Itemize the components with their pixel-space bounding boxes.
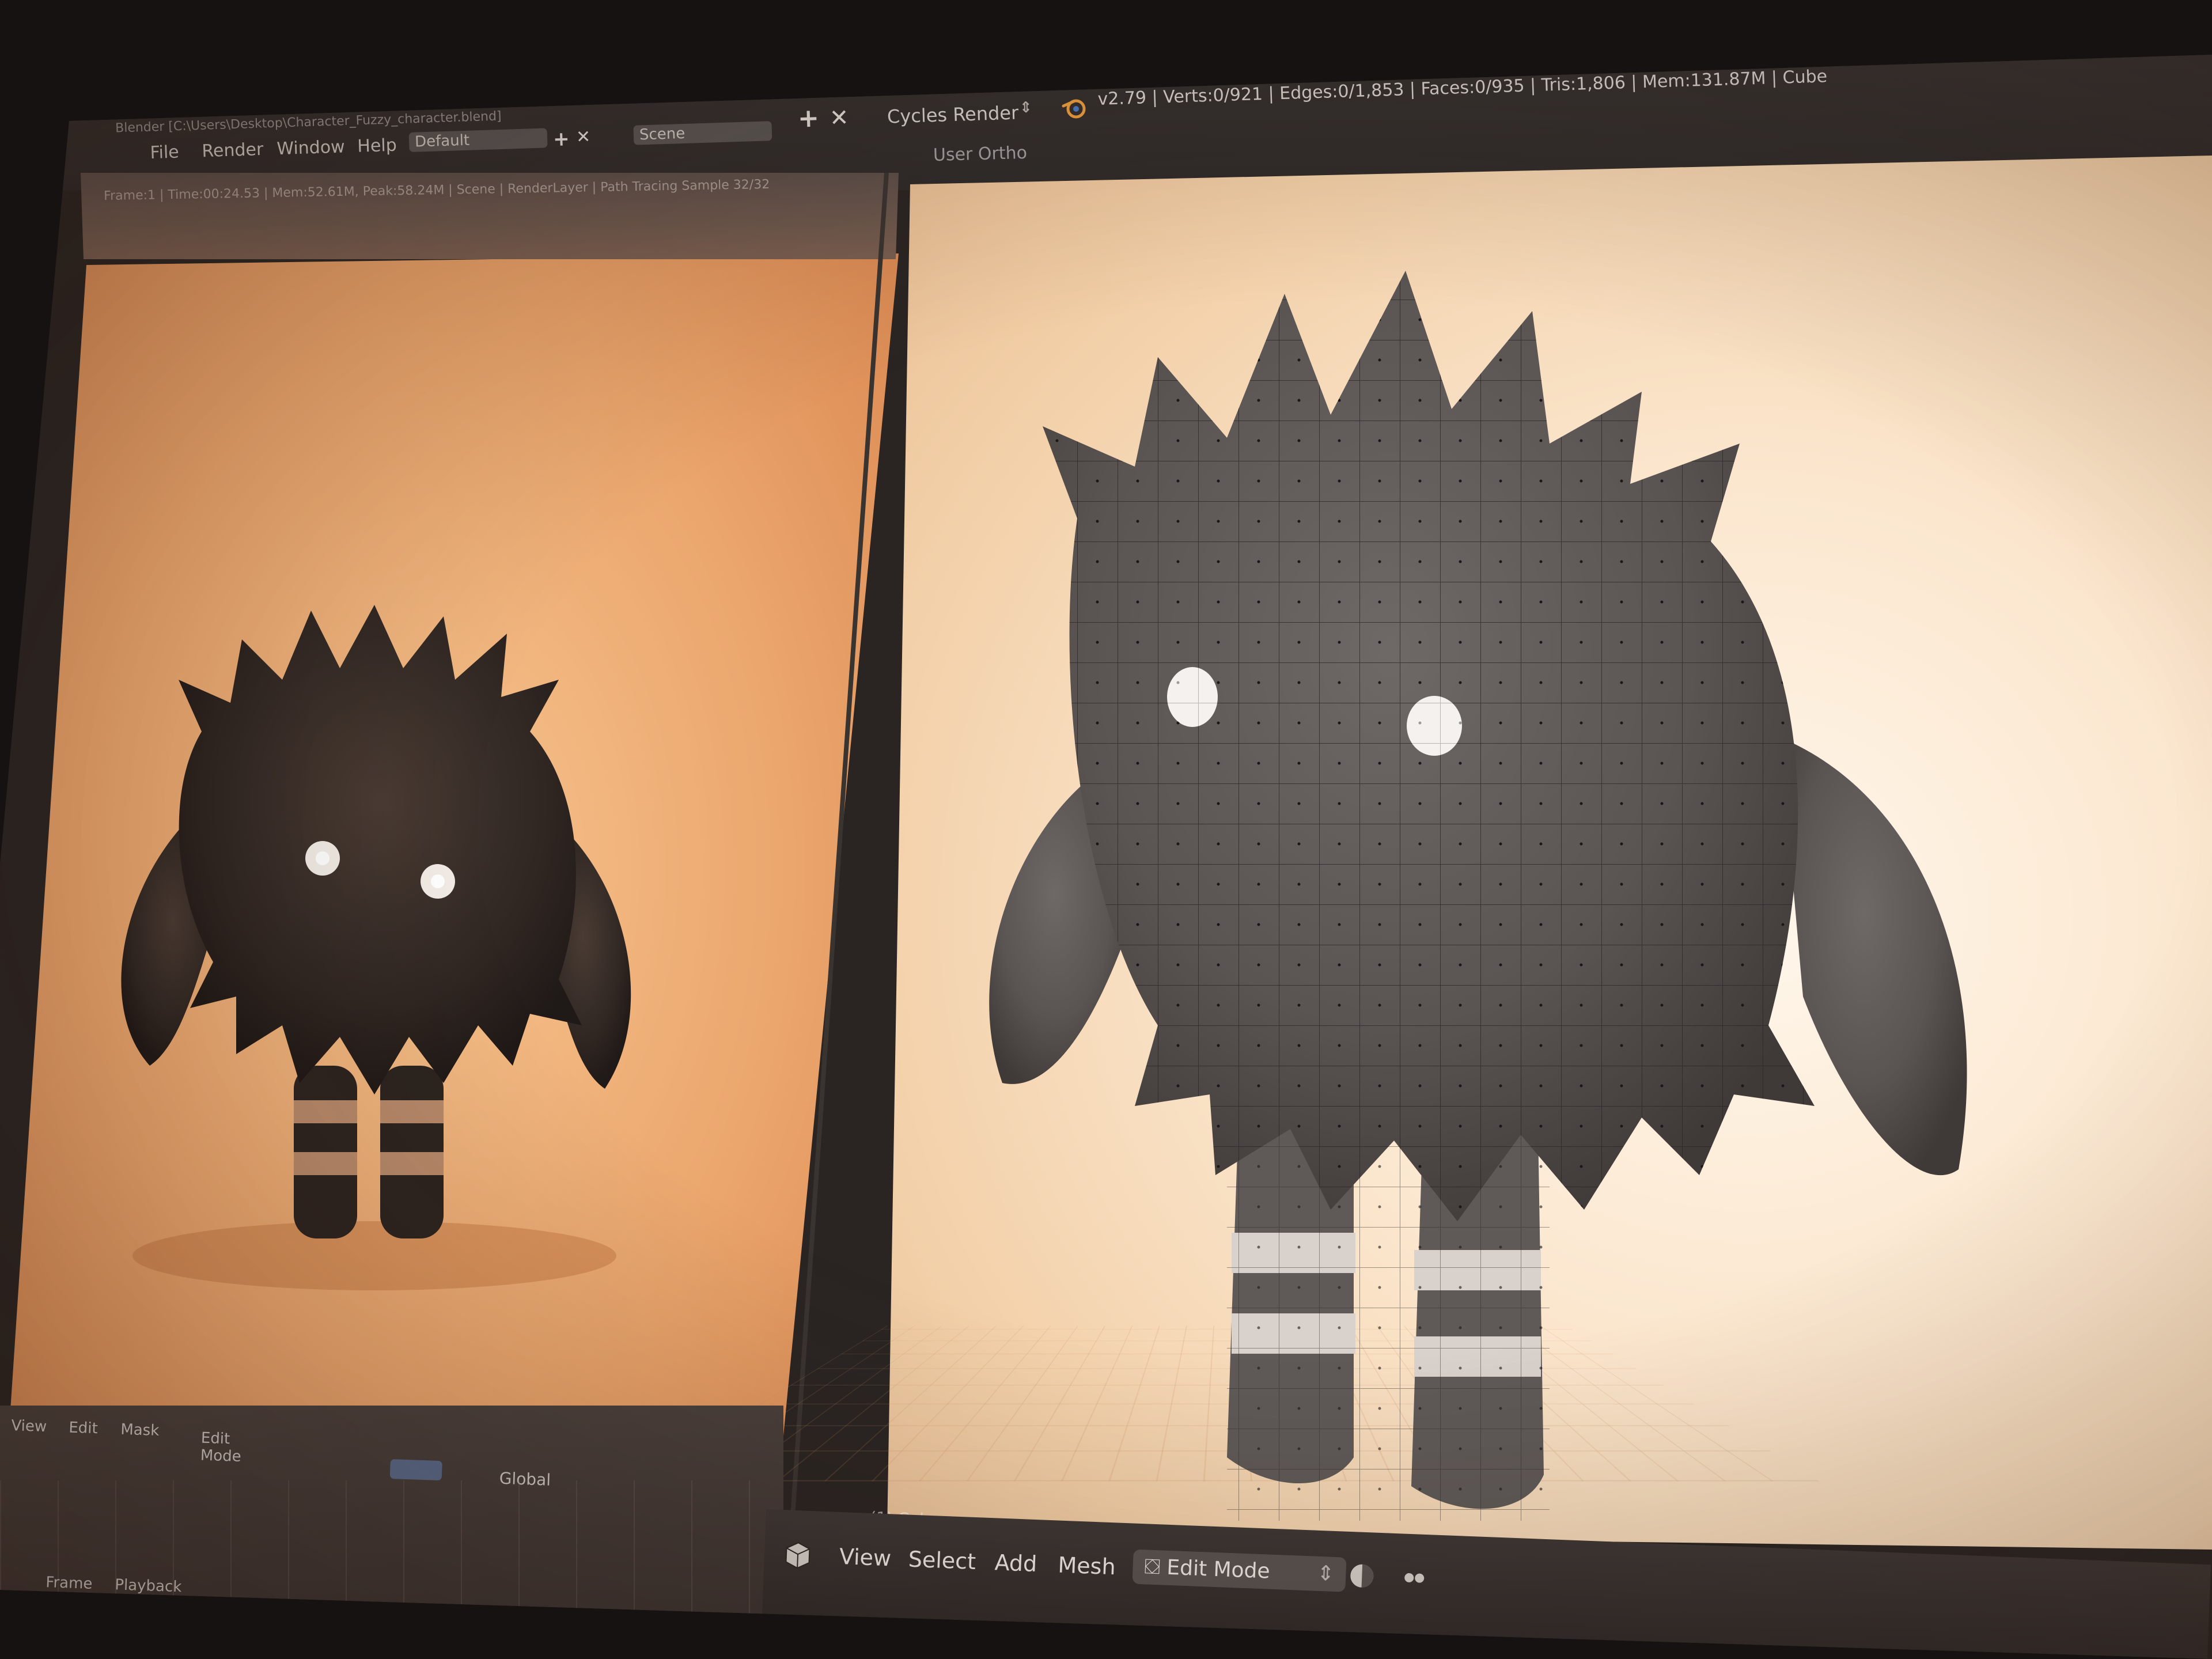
cube-icon[interactable] xyxy=(781,1539,815,1572)
top-header-bar: Blender [C:\Users\Desktop\Character_Fuzz… xyxy=(0,55,2212,190)
menu-add[interactable]: Add xyxy=(994,1550,1037,1577)
menu-render[interactable]: Render xyxy=(202,139,264,161)
layout-field[interactable]: Default xyxy=(408,128,548,152)
menu-playback[interactable]: Playback xyxy=(115,1576,182,1596)
edit-mesh-creature[interactable] xyxy=(835,219,2160,1544)
blender-logo-icon xyxy=(1062,99,1086,119)
view-label: User Ortho xyxy=(933,142,1028,166)
render-engine-select[interactable]: Cycles Render xyxy=(887,101,1018,127)
mode-label: Edit Mode xyxy=(1166,1555,1271,1584)
menu-mesh[interactable]: Mesh xyxy=(1058,1552,1116,1580)
x-icon[interactable]: ✕ xyxy=(575,127,590,147)
mesh-legs xyxy=(1227,1118,1550,1521)
add-scene-plus-icon[interactable]: + xyxy=(797,103,819,133)
remove-scene-x-icon[interactable]: ✕ xyxy=(829,104,849,131)
edit-mode-icon: ⛋ xyxy=(1143,1555,1168,1580)
menu-edit[interactable]: Edit xyxy=(69,1419,98,1437)
timeline[interactable] xyxy=(0,1480,783,1659)
edit-mode-select[interactable]: Edit Mode xyxy=(200,1430,242,1465)
chevron-updown-icon: ⇕ xyxy=(1019,99,1033,117)
menu-help[interactable]: Help xyxy=(357,135,397,157)
manipulator-icon[interactable] xyxy=(389,1459,442,1481)
chevron-updown-icon: ⇕ xyxy=(1316,1561,1335,1586)
mode-select[interactable]: ⛋ Edit Mode ⇕ xyxy=(1132,1549,1347,1592)
pivot-icon[interactable] xyxy=(1397,1561,1430,1594)
scene-field[interactable]: Scene xyxy=(633,121,772,145)
menu-window[interactable]: Window xyxy=(276,137,345,159)
menu-frame[interactable]: Frame xyxy=(46,1574,93,1593)
plus-icon[interactable]: + xyxy=(552,127,570,151)
menu-file[interactable]: File xyxy=(150,142,179,164)
scene-statistics: v2.79 | Verts:0/921 | Edges:0/1,853 | Fa… xyxy=(1097,66,1828,109)
rendered-creature xyxy=(121,605,631,1290)
menu-mask[interactable]: Mask xyxy=(120,1421,160,1440)
menu-select[interactable]: Select xyxy=(908,1547,976,1574)
menu-view[interactable]: View xyxy=(11,1417,47,1435)
monitor-screen: Blender [C:\Users\Desktop\Character_Fuzz… xyxy=(0,55,2212,1659)
menu-view[interactable]: View xyxy=(839,1544,892,1571)
viewport-shading-icon[interactable] xyxy=(1345,1559,1378,1593)
